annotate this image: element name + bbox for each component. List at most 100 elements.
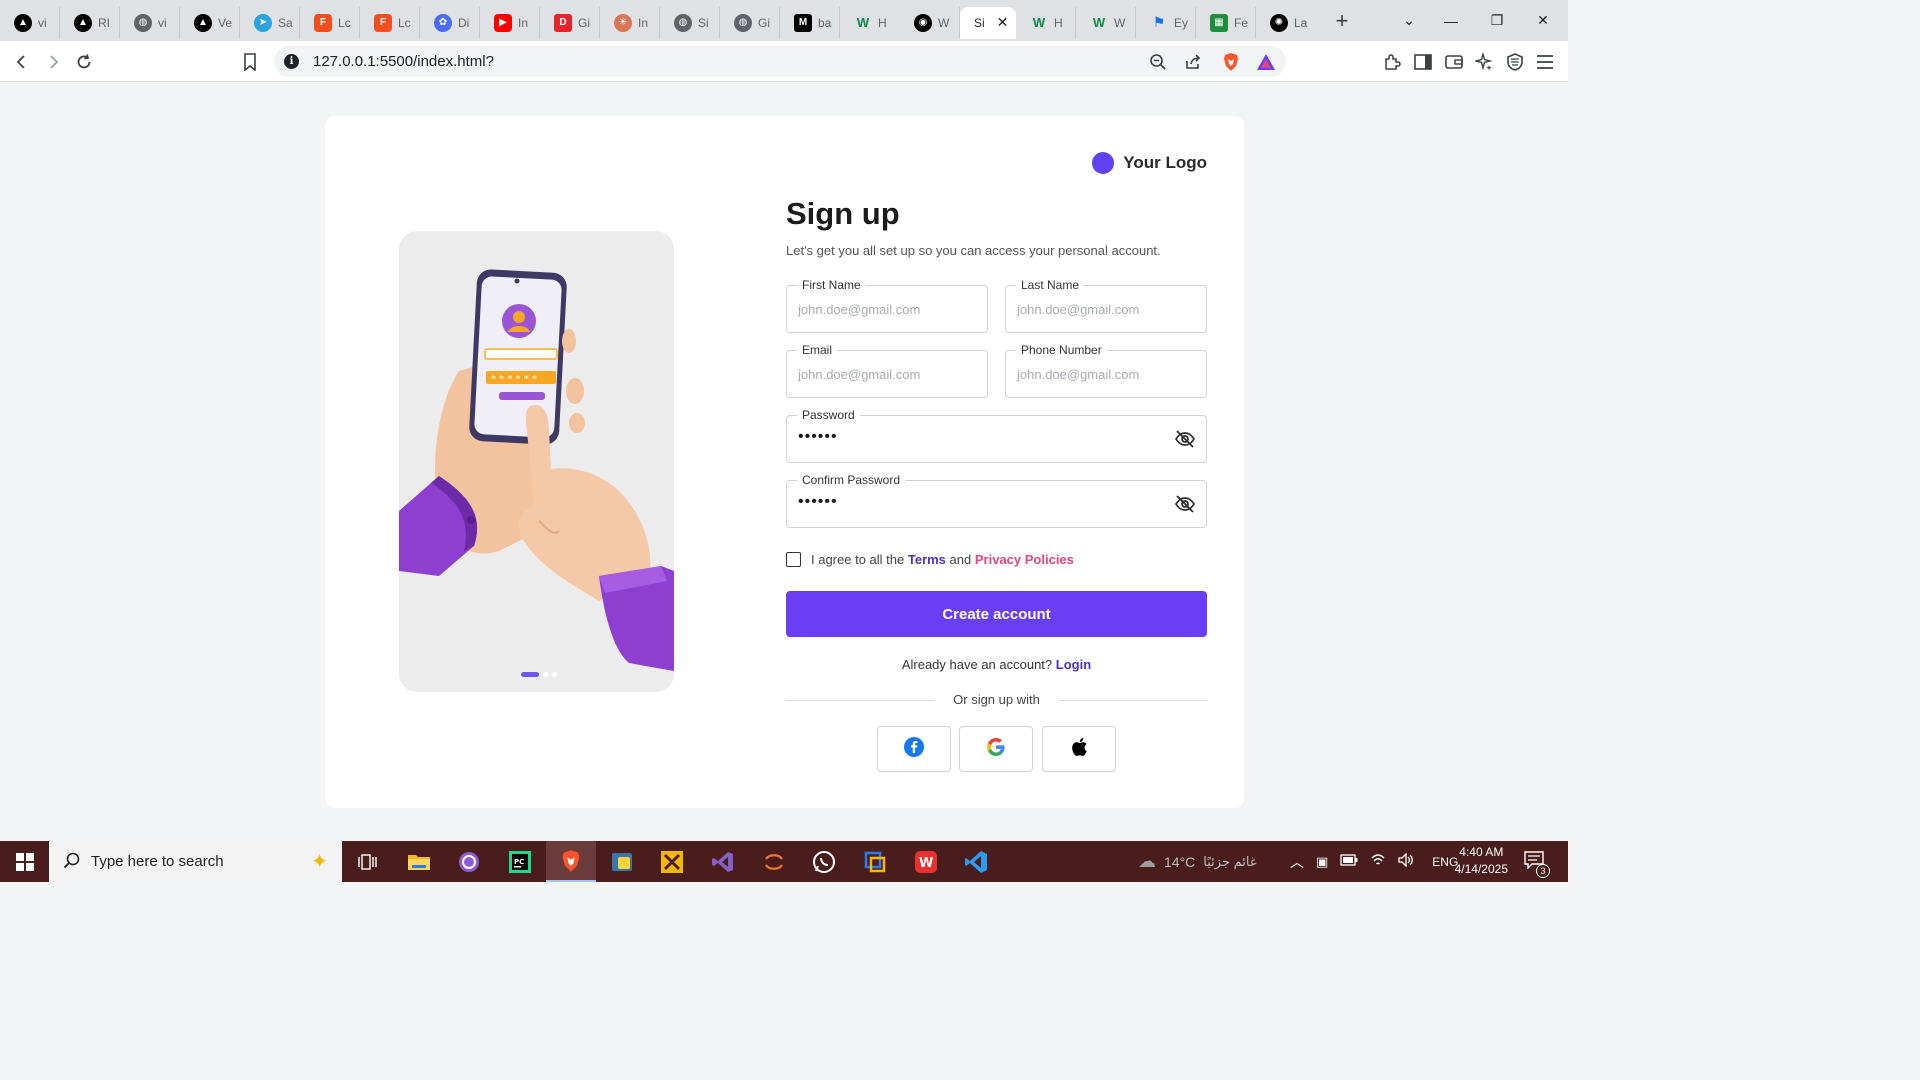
- w-icon: W: [856, 15, 870, 30]
- brave-shields-icon[interactable]: [1221, 52, 1241, 72]
- sidebar-icon[interactable]: [1410, 49, 1436, 75]
- meet-now-icon[interactable]: ▣: [1316, 854, 1328, 870]
- eye-slash-icon[interactable]: [1174, 495, 1196, 513]
- browser-tab-active[interactable]: Si ✕: [960, 6, 1016, 39]
- tab-search-chevron-icon[interactable]: ⌄: [1386, 0, 1432, 41]
- zoom-out-icon[interactable]: [1148, 52, 1168, 72]
- browser-tab[interactable]: ▶ In: [480, 6, 540, 39]
- volume-icon[interactable]: [1398, 852, 1414, 870]
- browser-tab[interactable]: WH: [840, 7, 900, 39]
- browser-tab[interactable]: ▲ vi: [0, 6, 60, 39]
- browser-tab[interactable]: ✿ Di: [420, 6, 480, 39]
- email-field[interactable]: Email john.doe@gmail.com: [786, 343, 988, 398]
- site-info-icon[interactable]: i: [284, 54, 299, 69]
- first-name-field[interactable]: First Name john.doe@gmail.com: [786, 278, 988, 333]
- leo-ai-icon[interactable]: [1471, 49, 1497, 75]
- new-tab-button[interactable]: +: [1326, 5, 1358, 37]
- github-desktop-icon[interactable]: [444, 841, 494, 882]
- wifi-icon[interactable]: [1370, 853, 1386, 870]
- restore-button[interactable]: ❐: [1474, 0, 1520, 41]
- carousel-dot-active[interactable]: [521, 672, 539, 677]
- menu-icon[interactable]: [1532, 49, 1558, 75]
- battery-icon[interactable]: [1340, 854, 1358, 869]
- facebook-signup-button[interactable]: [877, 726, 951, 772]
- windows-taskbar: Type here to search ✦ PC W ☁ 14°C غائم ج…: [0, 841, 1568, 882]
- vscode-icon[interactable]: [951, 841, 1001, 882]
- github-icon: ◉: [914, 13, 932, 32]
- create-account-button[interactable]: Create account: [786, 591, 1207, 637]
- page-subtitle: Let's get you all set up so you can acce…: [786, 243, 1161, 258]
- address-bar[interactable]: i 127.0.0.1:5500/index.html?: [274, 46, 1286, 77]
- weather-widget[interactable]: ☁ 14°C غائم جزئيًا: [1138, 841, 1257, 882]
- file-explorer-icon[interactable]: [394, 841, 444, 882]
- browser-tab[interactable]: ✳ In: [600, 6, 660, 39]
- python-icon[interactable]: [597, 841, 647, 882]
- privacy-policies-link[interactable]: Privacy Policies: [975, 552, 1074, 567]
- reload-icon[interactable]: [71, 49, 97, 75]
- vercel-icon: ▲: [14, 13, 32, 32]
- browser-tab[interactable]: ✺ La: [1256, 7, 1316, 39]
- browser-tab[interactable]: F Lc: [360, 6, 420, 39]
- browser-tab[interactable]: Mba: [780, 6, 840, 39]
- browser-tab[interactable]: ◍ Si: [660, 6, 720, 39]
- browser-tab[interactable]: ◍ vi: [120, 6, 180, 39]
- pycharm-icon[interactable]: PC: [495, 841, 545, 882]
- brave-browser-icon[interactable]: [546, 841, 596, 882]
- browser-tab[interactable]: ▦ Fe: [1196, 6, 1256, 39]
- browser-tab[interactable]: ⚑ Ey: [1136, 6, 1196, 39]
- browser-tab[interactable]: ◉ W: [900, 6, 960, 39]
- forward-icon[interactable]: [40, 49, 66, 75]
- back-icon[interactable]: [9, 49, 35, 75]
- telegram-icon: ➤: [254, 13, 272, 32]
- xampp-icon[interactable]: [647, 841, 697, 882]
- apple-signup-button[interactable]: [1042, 726, 1116, 772]
- jupyter-icon[interactable]: [749, 841, 799, 882]
- taskbar-clock[interactable]: 4:40 AM 4/14/2025: [1455, 844, 1508, 878]
- browser-tab[interactable]: ◍ Gi: [720, 6, 780, 39]
- taskbar-search[interactable]: Type here to search ✦: [49, 841, 342, 882]
- whatsapp-icon[interactable]: [799, 841, 849, 882]
- snip-tool-icon[interactable]: [850, 841, 900, 882]
- password-field[interactable]: Password ••••••: [786, 408, 1207, 463]
- windows-start-button[interactable]: [0, 841, 49, 882]
- browser-tab[interactable]: ▲ Ve: [180, 6, 240, 39]
- wallet-icon[interactable]: [1441, 49, 1467, 75]
- terms-link[interactable]: Terms: [908, 552, 946, 567]
- password-value: ••••••: [798, 428, 838, 445]
- cloud-icon: ☁: [1138, 851, 1156, 871]
- browser-tab[interactable]: ➤ Sa: [240, 6, 300, 39]
- notifications-button[interactable]: 3: [1524, 841, 1550, 882]
- wps-office-icon[interactable]: W: [901, 841, 951, 882]
- browser-tab[interactable]: WH: [1016, 6, 1076, 39]
- carousel-dot[interactable]: [552, 672, 557, 677]
- browser-tab[interactable]: WW: [1076, 6, 1136, 39]
- divider-text: Or sign up with: [953, 692, 1040, 707]
- close-window-button[interactable]: ✕: [1520, 0, 1566, 41]
- vpn-shield-icon[interactable]: [1502, 49, 1528, 75]
- visual-studio-icon[interactable]: [698, 841, 748, 882]
- globe-icon: ◍: [134, 13, 152, 32]
- terms-checkbox[interactable]: [786, 552, 801, 567]
- browser-tab[interactable]: F Lc: [300, 6, 360, 39]
- close-icon[interactable]: ✕: [997, 14, 1009, 31]
- brave-rewards-icon[interactable]: [1256, 52, 1276, 72]
- minimize-button[interactable]: —: [1428, 0, 1474, 41]
- chevron-up-icon[interactable]: ︿: [1290, 852, 1304, 872]
- confirm-password-field[interactable]: Confirm Password ••••••: [786, 473, 1207, 528]
- weather-text: غائم جزئيًا: [1203, 853, 1257, 869]
- email-placeholder: john.doe@gmail.com: [798, 367, 921, 382]
- last-name-field[interactable]: Last Name john.doe@gmail.com: [1005, 278, 1207, 333]
- email-label: Email: [797, 343, 838, 357]
- carousel-dot[interactable]: [543, 672, 548, 677]
- browser-tab[interactable]: D Gi: [540, 6, 600, 39]
- google-signup-button[interactable]: [959, 726, 1033, 772]
- bookmark-icon[interactable]: [237, 49, 263, 75]
- svg-text:* * * * * *: * * * * * *: [491, 374, 537, 385]
- extensions-icon[interactable]: [1379, 49, 1405, 75]
- browser-tab[interactable]: ▲ RI: [60, 6, 120, 39]
- phone-number-field[interactable]: Phone Number john.doe@gmail.com: [1005, 343, 1207, 398]
- share-icon[interactable]: [1183, 52, 1203, 72]
- login-link[interactable]: Login: [1056, 657, 1091, 672]
- eye-slash-icon[interactable]: [1174, 430, 1196, 448]
- task-view-icon[interactable]: [343, 841, 393, 882]
